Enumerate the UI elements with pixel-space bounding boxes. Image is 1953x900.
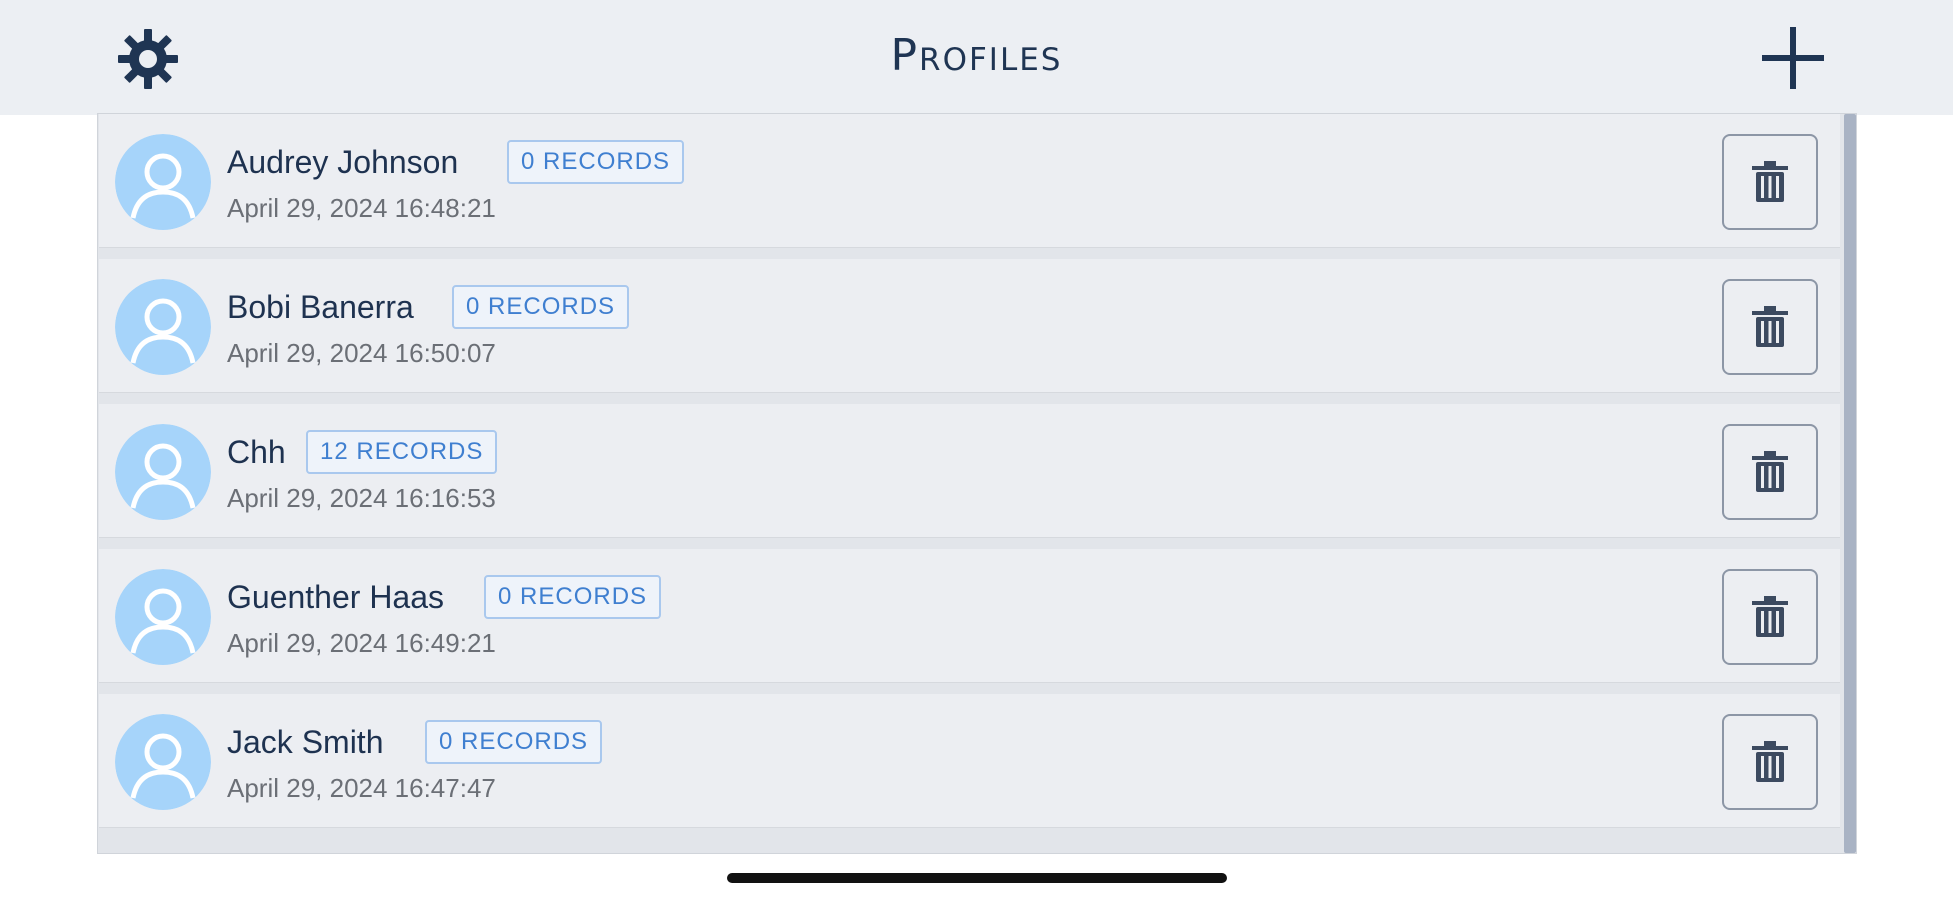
records-badge: 12 RECORDS bbox=[306, 430, 498, 474]
user-icon bbox=[115, 714, 211, 810]
records-badge: 0 RECORDS bbox=[452, 285, 630, 329]
trash-icon bbox=[1752, 161, 1788, 202]
profile-date: April 29, 2024 16:47:47 bbox=[227, 773, 496, 803]
profile-row[interactable]: Jack Smith 0 RECORDS April 29, 2024 16:4… bbox=[99, 694, 1840, 828]
user-icon bbox=[115, 424, 211, 520]
profile-row[interactable]: Guenther Haas 0 RECORDS April 29, 2024 1… bbox=[99, 549, 1840, 683]
delete-button[interactable] bbox=[1722, 424, 1818, 520]
delete-button[interactable] bbox=[1722, 134, 1818, 230]
home-indicator[interactable] bbox=[727, 873, 1227, 883]
profile-row[interactable]: Bobi Banerra 0 RECORDS April 29, 2024 16… bbox=[99, 259, 1840, 393]
top-bar: Profiles bbox=[0, 0, 1953, 115]
profile-date: April 29, 2024 16:50:07 bbox=[227, 338, 496, 368]
user-icon bbox=[115, 134, 211, 230]
avatar bbox=[115, 714, 211, 810]
profile-name: Bobi Banerra bbox=[227, 289, 414, 325]
profile-date: April 29, 2024 16:16:53 bbox=[227, 483, 496, 513]
trash-icon bbox=[1752, 306, 1788, 347]
avatar bbox=[115, 569, 211, 665]
delete-button[interactable] bbox=[1722, 714, 1818, 810]
profile-date: April 29, 2024 16:48:21 bbox=[227, 193, 496, 223]
user-icon bbox=[115, 279, 211, 375]
trash-icon bbox=[1752, 451, 1788, 492]
user-icon bbox=[115, 569, 211, 665]
records-badge: 0 RECORDS bbox=[484, 575, 662, 619]
scrollbar[interactable] bbox=[1844, 114, 1856, 853]
records-badge: 0 RECORDS bbox=[507, 140, 685, 184]
avatar bbox=[115, 279, 211, 375]
delete-button[interactable] bbox=[1722, 279, 1818, 375]
profile-name: Chh bbox=[227, 434, 286, 470]
profile-row[interactable]: Audrey Johnson 0 RECORDS April 29, 2024 … bbox=[99, 114, 1840, 248]
avatar bbox=[115, 424, 211, 520]
profile-date: April 29, 2024 16:49:21 bbox=[227, 628, 496, 658]
delete-button[interactable] bbox=[1722, 569, 1818, 665]
profile-name: Audrey Johnson bbox=[227, 144, 459, 180]
plus-icon bbox=[1762, 27, 1824, 89]
avatar bbox=[115, 134, 211, 230]
trash-icon bbox=[1752, 741, 1788, 782]
trash-icon bbox=[1752, 596, 1788, 637]
add-profile-button[interactable] bbox=[1755, 20, 1831, 96]
profile-name: Jack Smith bbox=[227, 724, 384, 760]
profile-row[interactable]: Chh 12 RECORDS April 29, 2024 16:16:53 bbox=[99, 404, 1840, 538]
page-title: Profiles bbox=[890, 30, 1063, 81]
profile-name: Guenther Haas bbox=[227, 579, 445, 615]
records-badge: 0 RECORDS bbox=[425, 720, 603, 764]
